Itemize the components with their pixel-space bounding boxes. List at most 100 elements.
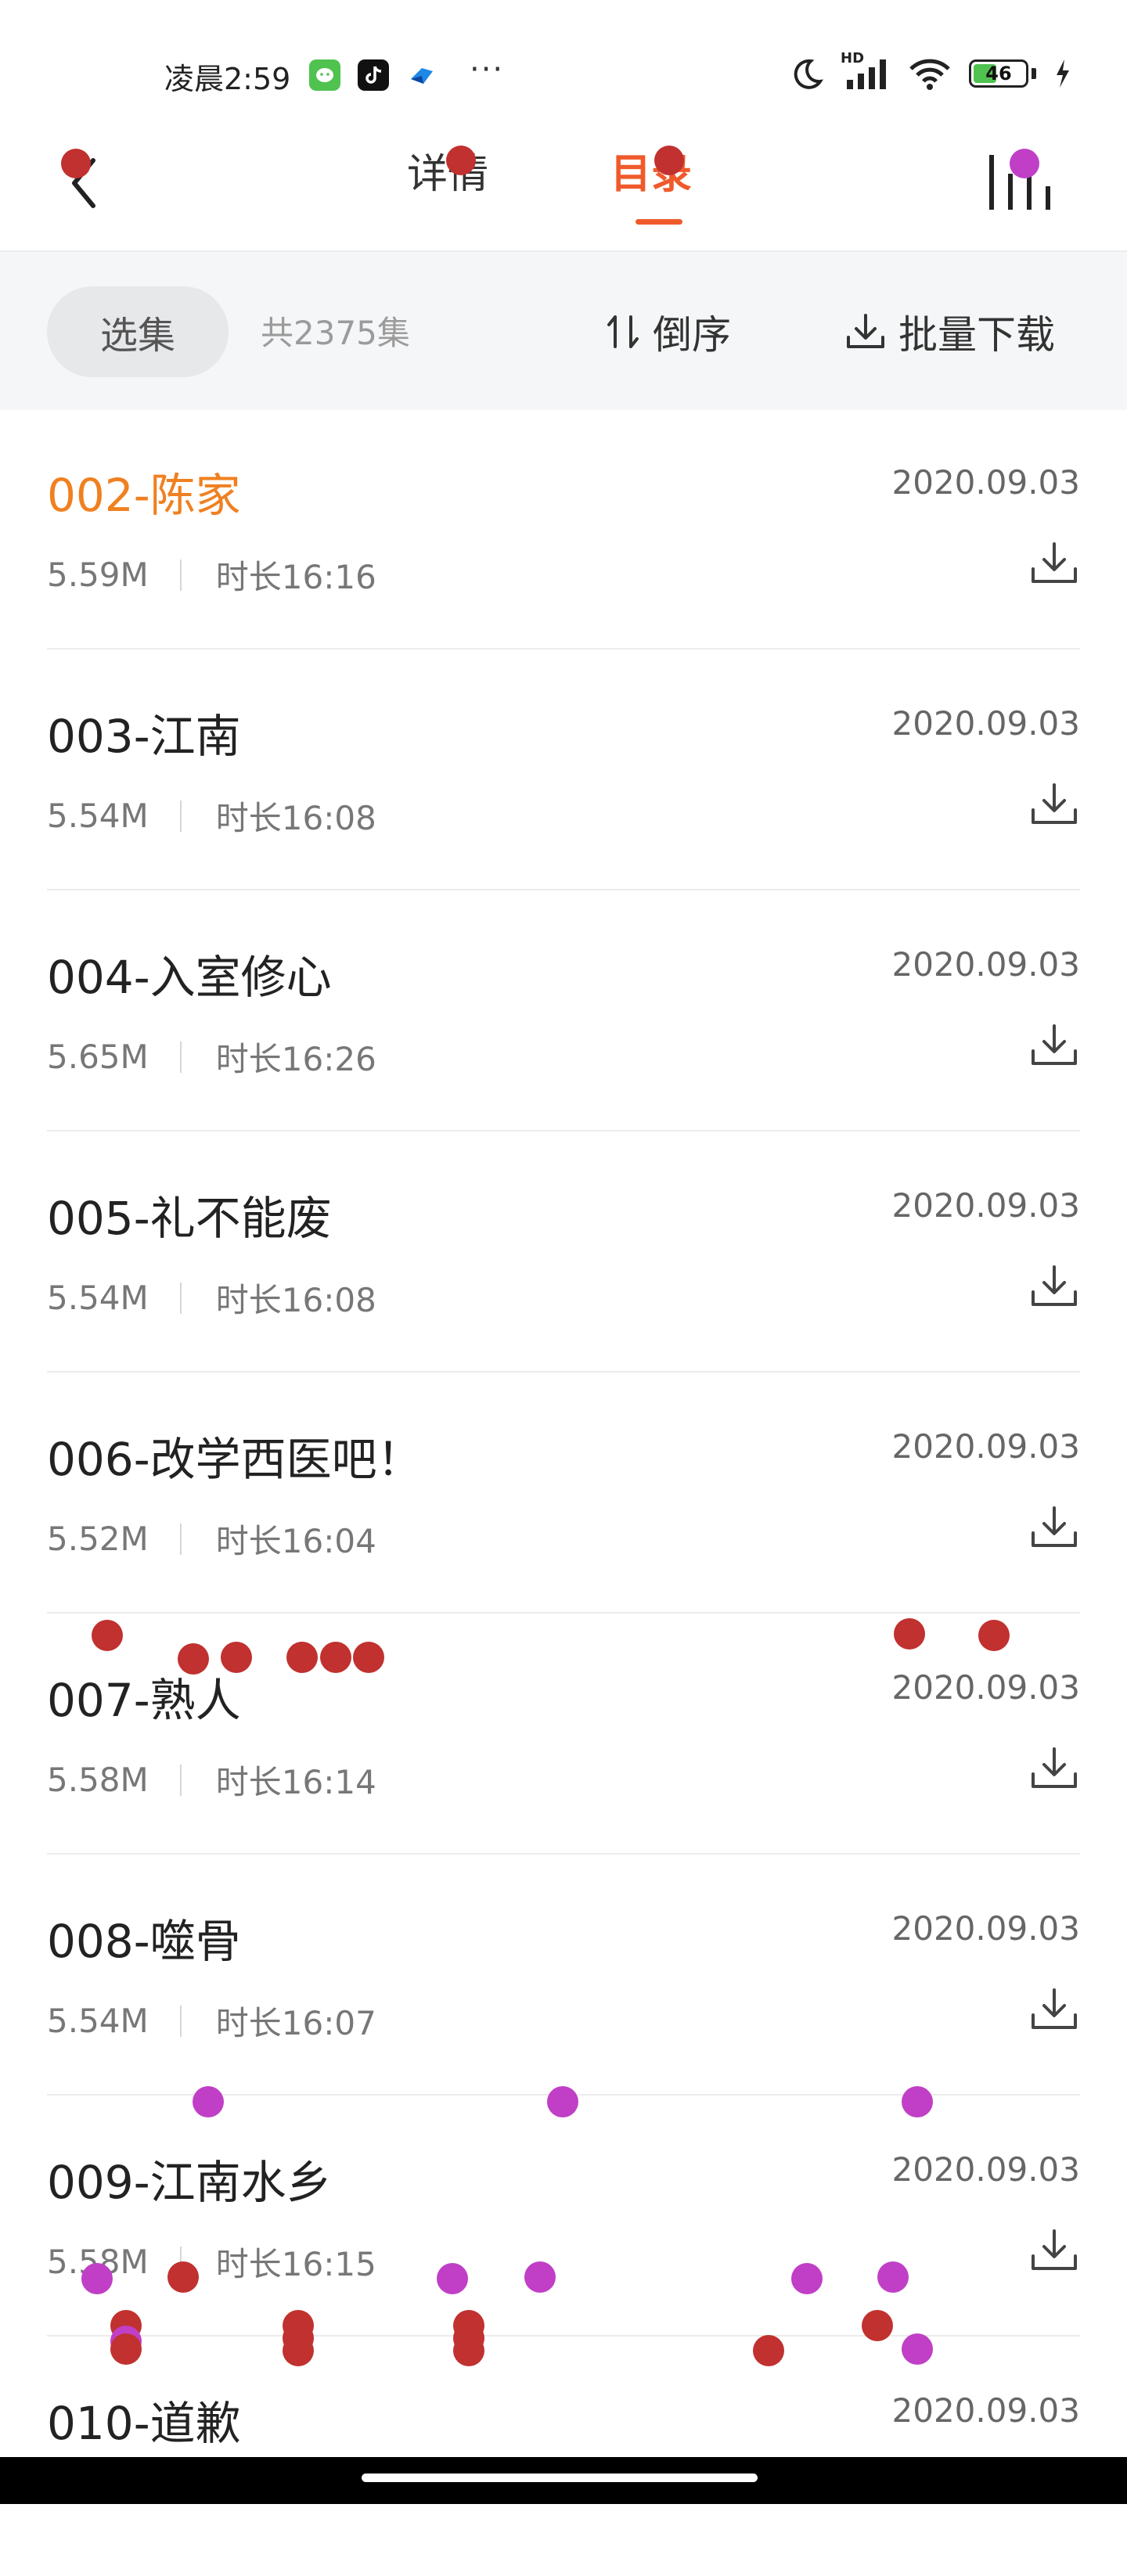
episode-meta: 5.65M 时长16:26 [47,1033,376,1081]
touch-marker [902,2086,933,2117]
touch-marker [894,1618,925,1650]
battery-tip [1032,68,1036,79]
sort-order-label: 倒序 [653,312,731,358]
list-item[interactable]: 003-江南 2020.09.03 5.54M 时长16:08 [47,649,1080,890]
episode-date: 2020.09.03 [891,704,1080,743]
moon-icon [794,59,823,89]
download-icon[interactable] [1028,779,1080,830]
episode-title: 008-噬骨 [47,1915,241,1968]
more-notifications-icon: ··· [470,52,505,88]
bird-notification-icon [406,59,437,91]
download-icon[interactable] [1028,1020,1080,1071]
top-nav-bar: 详情 目录 [0,125,1127,250]
episode-title: 005-礼不能废 [47,1192,332,1245]
episode-size: 5.52M [47,1520,149,1558]
touch-marker [1010,149,1039,178]
meta-divider [179,1523,182,1555]
list-item[interactable]: 009-江南水乡 2020.09.03 5.58M 时长16:15 [47,2096,1080,2337]
touch-marker [978,1620,1010,1651]
battery-icon: 46 [969,59,1028,88]
episode-duration: 时长16:14 [215,1763,376,1801]
episode-date: 2020.09.03 [891,2391,1080,2430]
episode-meta: 5.52M 时长16:04 [47,1515,376,1563]
download-icon[interactable] [1028,538,1080,589]
episode-title: 004-入室修心 [47,951,332,1004]
episode-toolbar: 选集 共2375集 倒序 批量下载 [0,250,1127,410]
list-item[interactable]: 004-入室修心 2020.09.03 5.65M 时长16:26 [47,890,1080,1131]
episode-title: 006-改学西医吧！ [47,1433,423,1486]
episode-title: 007-熟人 [47,1674,241,1727]
battery-level-text: 46 [985,63,1012,85]
list-item[interactable]: 010-道歉 2020.09.03 [47,2337,1080,2576]
episode-duration: 时长16:16 [215,558,376,596]
download-icon[interactable] [1028,2225,1080,2276]
list-item[interactable]: 005-礼不能废 2020.09.03 5.54M 时长16:08 [47,1131,1080,1373]
batch-download-label: 批量下载 [898,312,1055,358]
touch-marker [791,2263,823,2294]
episode-size: 5.58M [47,1761,149,1799]
episode-duration: 时长16:26 [215,1040,376,1078]
episode-meta: 5.59M 时长16:16 [47,551,376,599]
episode-date: 2020.09.03 [891,463,1080,502]
touch-marker [437,2263,468,2294]
touch-marker [221,1642,252,1673]
episode-date: 2020.09.03 [891,945,1080,984]
tab-detail[interactable]: 详情 [407,141,488,200]
meta-divider [179,1282,182,1314]
touch-marker [61,149,91,178]
meta-divider [179,1764,182,1796]
status-time: 凌晨2:59 [164,62,291,96]
episode-date: 2020.09.03 [891,1427,1080,1466]
episode-date: 2020.09.03 [891,2150,1080,2189]
notification-icons [309,59,437,91]
episode-meta: 5.54M 时长16:07 [47,1997,376,2045]
meta-divider [179,1041,182,1073]
episode-meta: 5.54M 时长16:08 [47,1274,376,1322]
system-gesture-bar [0,2457,1127,2504]
touch-marker [81,2263,113,2294]
home-indicator[interactable] [362,2473,758,2482]
meta-divider [179,2005,182,2037]
episode-duration: 时长16:04 [215,1522,376,1560]
wifi-icon [909,59,950,90]
charging-icon [1057,59,1069,88]
download-icon[interactable] [1028,1743,1080,1794]
episode-duration: 时长16:15 [215,2245,376,2283]
touch-marker [524,2261,556,2293]
episode-size: 5.54M [47,2002,149,2040]
sort-icon [607,315,639,348]
download-icon[interactable] [1028,1261,1080,1312]
active-tab-indicator [636,219,682,225]
episode-size: 5.59M [47,556,149,594]
episode-date: 2020.09.03 [891,1186,1080,1225]
episode-list: 002-陈家 2020.09.03 5.59M 时长16:16 003-江南 2… [0,408,1127,2576]
touch-marker [193,2086,224,2117]
list-item[interactable]: 008-噬骨 2020.09.03 5.54M 时长16:07 [47,1855,1080,2096]
list-item[interactable]: 002-陈家 2020.09.03 5.59M 时长16:16 [47,408,1080,649]
touch-marker [286,1642,318,1673]
meta-divider [179,559,182,591]
touch-marker [446,146,476,175]
touch-marker [877,2261,909,2293]
touch-marker [902,2333,933,2365]
download-icon [847,314,884,348]
list-item[interactable]: 006-改学西医吧！ 2020.09.03 5.52M 时长16:04 [47,1373,1080,1614]
wechat-notification-icon [309,59,340,91]
touch-marker [547,2086,578,2117]
touch-marker [353,1642,384,1673]
episode-size: 5.65M [47,1038,149,1076]
tiktok-notification-icon [358,59,389,91]
episode-duration: 时长16:08 [215,1281,376,1319]
touch-marker [92,1620,123,1651]
sort-order-button[interactable]: 倒序 [604,304,731,360]
episode-meta: 5.58M 时长16:14 [47,1756,376,1804]
episode-title: 003-江南 [47,710,241,763]
select-episodes-button[interactable]: 选集 [47,286,229,377]
batch-download-button[interactable]: 批量下载 [844,304,1055,360]
signal-icon: HD [841,50,891,91]
download-icon[interactable] [1028,1502,1080,1553]
download-icon[interactable] [1028,1984,1080,2035]
episode-date: 2020.09.03 [891,1668,1080,1707]
episode-size: 5.54M [47,1279,149,1317]
episode-duration: 时长16:07 [215,2004,376,2042]
